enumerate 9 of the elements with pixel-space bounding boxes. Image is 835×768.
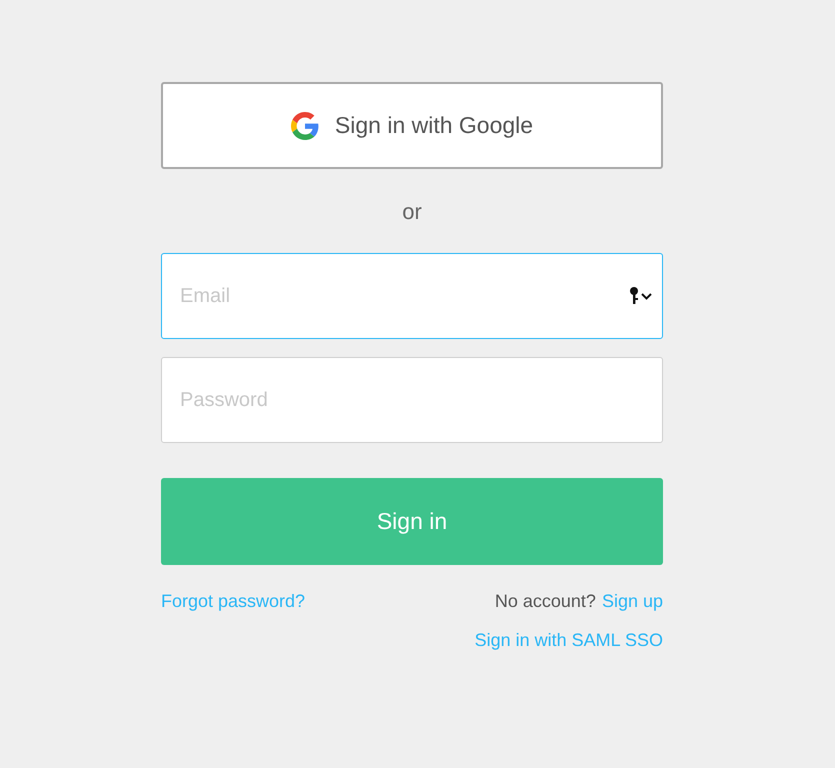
forgot-password-link[interactable]: Forgot password? (161, 591, 306, 612)
separator-text: or (402, 199, 422, 225)
google-logo-icon (290, 112, 319, 140)
sign-in-button[interactable]: Sign in (161, 478, 663, 565)
signup-prompt: No account? (494, 591, 596, 612)
saml-sso-link[interactable]: Sign in with SAML SSO (474, 630, 663, 651)
google-sign-in-button[interactable]: Sign in with Google (161, 82, 663, 169)
key-dropdown-icon[interactable] (629, 286, 653, 306)
sign-up-link[interactable]: Sign up (602, 591, 663, 612)
